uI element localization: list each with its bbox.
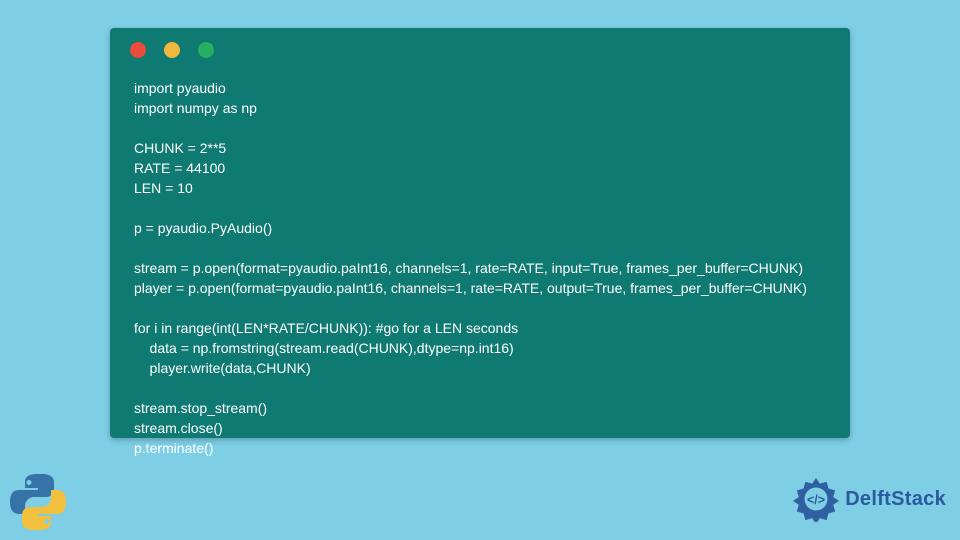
python-logo-icon (6, 470, 70, 534)
delftstack-logo: </> DelftStack (793, 476, 946, 522)
svg-text:</>: </> (807, 493, 825, 507)
window-controls (110, 28, 850, 58)
minimize-icon[interactable] (164, 42, 180, 58)
delftstack-gear-icon: </> (793, 476, 839, 522)
code-block: import pyaudio import numpy as np CHUNK … (110, 58, 850, 474)
close-icon[interactable] (130, 42, 146, 58)
maximize-icon[interactable] (198, 42, 214, 58)
brand-name: DelftStack (845, 488, 946, 511)
code-window: import pyaudio import numpy as np CHUNK … (110, 28, 850, 438)
